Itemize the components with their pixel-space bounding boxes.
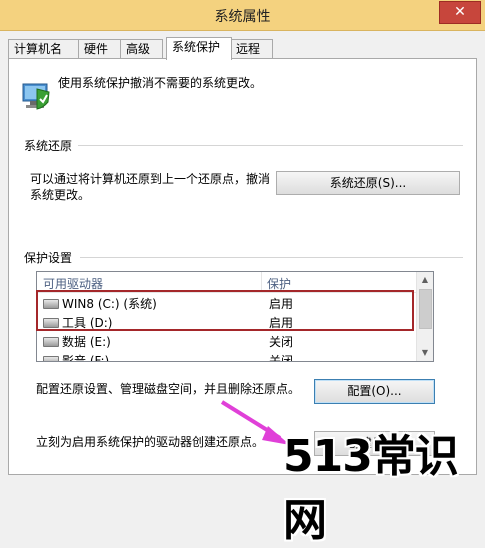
scroll-thumb[interactable] — [419, 289, 432, 329]
list-item[interactable]: 数据 (E:) 关闭 — [37, 332, 417, 349]
title-bar: 系统属性 ✕ — [0, 0, 485, 31]
configure-text: 配置还原设置、管理磁盘空间，并且删除还原点。 — [36, 382, 301, 396]
column-divider[interactable] — [261, 272, 262, 292]
configure-button[interactable]: 配置(O)... — [314, 379, 435, 404]
tab-computer-name[interactable]: 计算机名 — [8, 39, 79, 59]
highlight-box — [36, 290, 414, 331]
drive-name: 影音 (F:) — [62, 354, 110, 362]
intro-text: 使用系统保护撤消不需要的系统更改。 — [58, 76, 263, 90]
restore-description-cont: 系统更改。 — [30, 188, 91, 202]
protection-group-divider — [80, 257, 463, 258]
drive-status: 关闭 — [269, 354, 294, 362]
drive-status: 关闭 — [269, 335, 294, 349]
close-button[interactable]: ✕ — [439, 1, 481, 24]
protection-group-label: 保护设置 — [24, 251, 73, 265]
watermark: 513常识网 — [283, 431, 459, 546]
tab-system-protection[interactable]: 系统保护 — [166, 37, 232, 60]
tab-remote[interactable]: 远程 — [230, 39, 273, 59]
tab-hardware[interactable]: 硬件 — [78, 39, 121, 59]
scroll-down-arrow-icon[interactable]: ▼ — [417, 345, 433, 361]
list-item[interactable]: 影音 (F:) 关闭 — [37, 351, 417, 362]
tab-advanced[interactable]: 高级 — [120, 39, 163, 59]
drive-icon — [43, 356, 59, 361]
restore-description: 可以通过将计算机还原到上一个还原点，撤消 — [30, 172, 271, 186]
scroll-up-arrow-icon[interactable]: ▲ — [417, 272, 433, 288]
restore-group-label: 系统还原 — [24, 139, 73, 153]
list-scrollbar[interactable]: ▲ ▼ — [416, 272, 433, 361]
restore-group-divider — [78, 145, 463, 146]
system-protection-icon — [22, 83, 50, 110]
drive-icon — [43, 337, 59, 347]
window-title: 系统属性 — [214, 9, 271, 25]
drive-name: 数据 (E:) — [62, 335, 111, 349]
system-restore-button[interactable]: 系统还原(S)... — [276, 171, 460, 195]
